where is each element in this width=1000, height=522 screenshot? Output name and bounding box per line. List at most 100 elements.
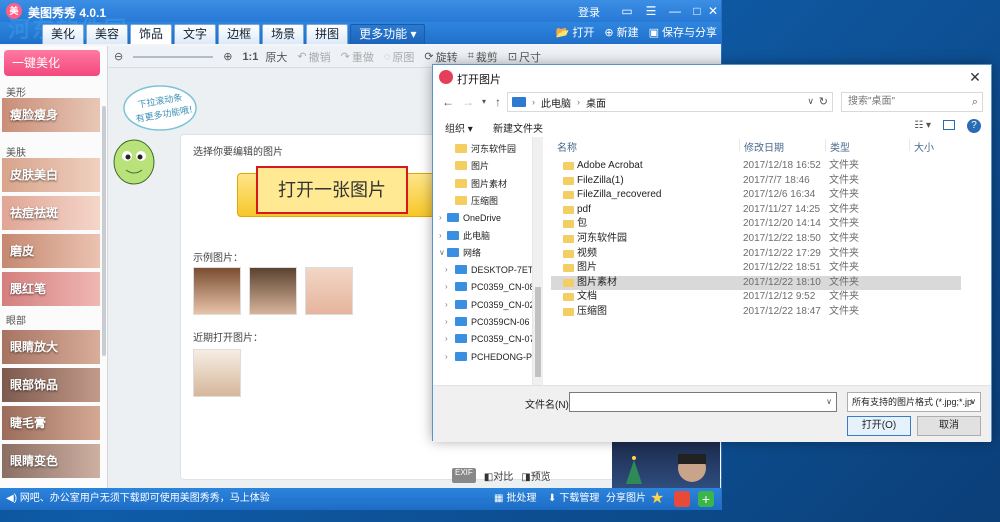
tree-item[interactable]: 压缩图 (433, 193, 532, 209)
tab-more-features[interactable]: 更多功能 ▾ (350, 24, 426, 44)
exif-badge[interactable]: EXIF (452, 468, 476, 483)
expand-chevron-icon[interactable]: › (445, 331, 448, 347)
feedback-icon[interactable]: ▭ (618, 2, 636, 20)
new-folder-button[interactable]: 新建文件夹 (493, 120, 543, 135)
open-button[interactable]: 打开(O) (847, 416, 911, 436)
file-row[interactable]: pdf 2017/11/27 14:25 文件夹 (551, 203, 961, 217)
tree-item[interactable]: › PC0359_CN-02 (433, 297, 532, 313)
tab-beauty[interactable]: 美容 (86, 24, 129, 44)
file-row[interactable]: FileZilla_recovered 2017/12/6 16:34 文件夹 (551, 188, 961, 202)
tree-item[interactable]: › DESKTOP-7ETC (433, 262, 532, 278)
expand-chevron-icon[interactable]: › (445, 279, 448, 295)
sidebar-item-blush[interactable]: 腮红笔 (2, 272, 100, 306)
redo-button[interactable]: ↷ 重做 (341, 49, 374, 65)
sidebar-item-enlarge-eyes[interactable]: 眼睛放大 (2, 330, 100, 364)
file-row[interactable]: 压缩图 2017/12/22 18:47 文件夹 (551, 305, 961, 319)
file-row[interactable]: 文档 2017/12/12 9:52 文件夹 (551, 290, 961, 304)
file-row[interactable]: Adobe Acrobat 2017/12/18 16:52 文件夹 (551, 159, 961, 173)
preview-button[interactable]: ◨预览 (521, 468, 550, 483)
tree-item[interactable]: ∨ 网络 (433, 245, 532, 261)
file-row[interactable]: 河东软件园 2017/12/22 18:50 文件夹 (551, 232, 961, 246)
weibo-icon[interactable] (674, 491, 690, 507)
tree-item[interactable]: › PCHEDONG-PC (433, 349, 532, 365)
tree-item[interactable]: › 此电脑 (433, 228, 532, 244)
expand-chevron-icon[interactable]: › (445, 262, 448, 278)
tree-item[interactable]: › PC0359_CN-08 (433, 279, 532, 295)
sidebar-item-mascara[interactable]: 睫毛膏 (2, 406, 100, 440)
search-icon[interactable]: ⌕ (972, 93, 978, 111)
sidebar-item-skin-whiten[interactable]: 皮肤美白 (2, 158, 100, 192)
close-icon[interactable]: ✕ (965, 67, 985, 87)
sidebar-item-acne-removal[interactable]: 祛痘祛斑 (2, 196, 100, 230)
promo-banner-image[interactable] (612, 440, 720, 488)
file-type-select[interactable]: 所有支持的图片格式 (*.jpg;*.jp ∨ (847, 392, 981, 412)
crop-button[interactable]: ⌗ 裁剪 (468, 49, 498, 65)
menu-icon[interactable]: ☰ (642, 2, 660, 20)
close-icon[interactable]: ✕ (704, 2, 721, 20)
add-icon[interactable]: + (698, 491, 714, 507)
expand-chevron-icon[interactable]: ∨ (439, 245, 445, 261)
column-date[interactable]: 修改日期 (739, 139, 784, 154)
batch-button[interactable]: ▦ 批处理 (494, 488, 536, 510)
chevron-down-icon[interactable]: ∨ (807, 96, 814, 107)
up-icon[interactable]: ↑ (491, 95, 505, 109)
help-icon[interactable]: ? (967, 119, 981, 133)
column-name[interactable]: 名称 (553, 139, 577, 154)
tree-item[interactable]: › OneDrive (433, 210, 532, 226)
sample-image-thumbnail[interactable] (305, 267, 353, 315)
rotate-button[interactable]: ⟳ 旋转 (424, 49, 457, 65)
preview-pane-icon[interactable] (943, 120, 955, 130)
file-row[interactable]: 图片素材 2017/12/22 18:10 文件夹 (551, 275, 961, 290)
one-click-beautify-button[interactable]: 一键美化 (4, 50, 100, 76)
tab-scene[interactable]: 场景 (262, 24, 305, 44)
reset-button[interactable]: ◌ 原图 (384, 49, 415, 65)
organize-menu[interactable]: 组织 ▾ (445, 120, 473, 135)
sample-image-thumbnail[interactable] (249, 267, 297, 315)
file-row[interactable]: 视频 2017/12/22 17:29 文件夹 (551, 247, 961, 261)
open-file-button[interactable]: 📂 打开 (556, 24, 595, 42)
tab-accessories[interactable]: 饰品 (130, 24, 173, 44)
tab-border[interactable]: 边框 (218, 24, 261, 44)
breadcrumb-this-pc[interactable]: 此电脑 (541, 95, 571, 110)
file-row[interactable]: 图片 2017/12/22 18:51 文件夹 (551, 261, 961, 275)
download-manager-button[interactable]: ⬇ 下载管理 (548, 488, 599, 510)
new-button[interactable]: ⊕ 新建 (604, 24, 638, 42)
cancel-button[interactable]: 取消 (917, 416, 981, 436)
expand-chevron-icon[interactable]: › (439, 210, 442, 226)
tab-text[interactable]: 文字 (174, 24, 217, 44)
forward-icon[interactable]: → (461, 95, 475, 109)
sidebar-scrollbar[interactable] (102, 106, 106, 356)
file-row[interactable]: FileZilla(1) 2017/7/7 18:46 文件夹 (551, 174, 961, 188)
sample-image-thumbnail[interactable] (193, 267, 241, 315)
sidebar-item-eye-accessories[interactable]: 眼部饰品 (2, 368, 100, 402)
save-share-button[interactable]: ▣ 保存与分享 (649, 24, 717, 42)
chevron-down-icon[interactable]: ∨ (826, 397, 832, 406)
tree-item[interactable]: › PC0359_CN-07 (433, 331, 532, 347)
zoom-ratio[interactable]: 1:1 原大 (242, 49, 287, 65)
tree-item[interactable]: 图片素材 (433, 176, 532, 192)
filename-input[interactable]: ∨ (569, 392, 837, 412)
tree-item[interactable]: 河东软件园 (433, 141, 532, 157)
tree-item[interactable]: 图片 (433, 158, 532, 174)
share-image-button[interactable]: 分享图片 (606, 488, 646, 510)
expand-chevron-icon[interactable]: › (439, 228, 442, 244)
tab-collage[interactable]: 拼图 (306, 24, 349, 44)
recent-image-thumbnail[interactable] (193, 349, 241, 397)
minimize-icon[interactable]: — (666, 2, 684, 20)
status-tip[interactable]: ◀) 网吧、办公室用户无须下载即可使用美图秀秀，马上体验 (6, 488, 270, 510)
login-link[interactable]: 登录 (578, 4, 600, 20)
zoom-in-icon[interactable]: ⊕ (223, 50, 232, 63)
undo-button[interactable]: ↶ 撤销 (297, 49, 330, 65)
scrollbar-thumb[interactable] (535, 287, 541, 377)
sidebar-item-eye-color[interactable]: 眼睛变色 (2, 444, 100, 478)
breadcrumb-desktop[interactable]: 桌面 (586, 95, 606, 110)
zoom-slider[interactable] (133, 55, 214, 58)
back-icon[interactable]: ← (441, 95, 455, 109)
view-options-icon[interactable]: ☷ ▾ (914, 120, 931, 131)
sidebar-item-smooth-skin[interactable]: 磨皮 (2, 234, 100, 268)
expand-chevron-icon[interactable]: › (445, 314, 448, 330)
sidebar-item-slim-face[interactable]: 瘦脸瘦身 (2, 98, 100, 132)
recent-locations-icon[interactable]: ▾ (477, 95, 491, 109)
expand-chevron-icon[interactable]: › (445, 349, 448, 365)
column-type[interactable]: 类型 (825, 139, 850, 154)
